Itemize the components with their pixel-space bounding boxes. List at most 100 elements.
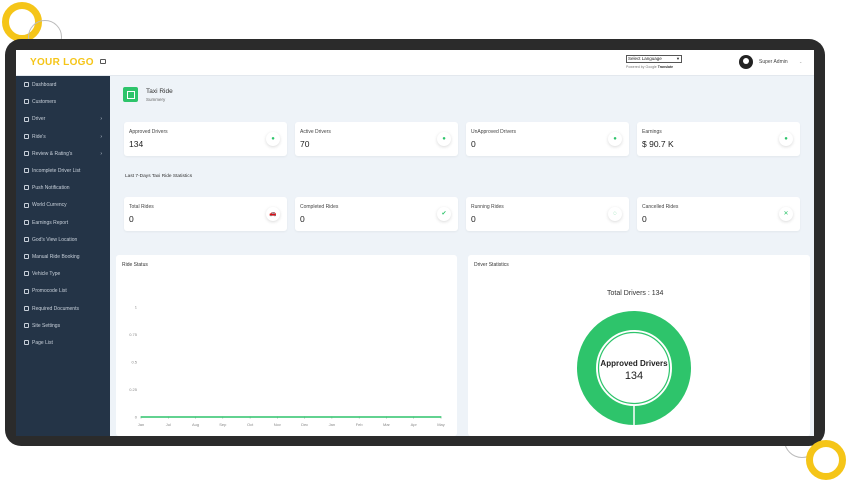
stat-card[interactable]: Total Rides 0 🚗 — [124, 197, 287, 231]
decor-ring-yellow — [806, 440, 846, 480]
sidebar-item[interactable]: Incomplete Driver List — [24, 166, 108, 176]
stat-card[interactable]: UnApproved Drivers 0 ● — [466, 122, 629, 156]
menu-item-icon — [24, 271, 29, 277]
sidebar-item[interactable]: Site Settings — [24, 321, 108, 331]
chevron-right-icon: › — [100, 133, 102, 140]
x-tick-label: Apr — [411, 422, 418, 427]
menu-item-icon — [24, 254, 29, 260]
sidebar-item[interactable]: Promocode List — [24, 286, 108, 296]
stat-card[interactable]: Completed Rides 0 ✔ — [295, 197, 458, 231]
x-tick-label: Oct — [247, 422, 254, 427]
powered-brand: Google — [645, 65, 657, 69]
stat-card-value: 0 — [471, 139, 476, 149]
sidebar-item[interactable]: Push Notification — [24, 183, 108, 193]
car-icon: 🚗 — [266, 207, 280, 221]
x-tick-label: Sep — [219, 422, 227, 427]
user-plus-icon: ● — [608, 132, 622, 146]
sidebar-item-label: Ride's — [32, 133, 46, 140]
x-tick-label: Jul — [166, 422, 171, 427]
stat-card-value: 0 — [129, 214, 134, 224]
sidebar-item[interactable]: Driver › — [24, 114, 108, 124]
data-point[interactable] — [413, 416, 415, 418]
ride-status-panel: Ride Status 1 0.75 0.5 0.25 0 Jan Jul Aug Sep Oct… — [116, 255, 457, 436]
stat-card-label: Total Rides — [129, 204, 154, 210]
close-icon: ✕ — [779, 207, 793, 221]
menu-item-icon — [24, 288, 29, 294]
chevron-down-icon[interactable]: ⌄ — [799, 59, 802, 64]
data-point[interactable] — [358, 416, 360, 418]
menu-item-icon — [24, 185, 29, 191]
menu-item-icon — [24, 99, 29, 105]
sidebar-toggle-icon[interactable] — [100, 59, 106, 64]
pie-slice[interactable] — [577, 311, 691, 425]
stat-card[interactable]: Cancelled Rides 0 ✕ — [637, 197, 800, 231]
stat-card-value: 0 — [471, 214, 476, 224]
menu-item-icon — [24, 150, 29, 156]
sidebar-item[interactable]: Dashboard — [24, 80, 108, 90]
money-icon: ● — [779, 132, 793, 146]
user-icon: ● — [266, 132, 280, 146]
data-point[interactable] — [440, 416, 442, 418]
x-tick-label: Jan — [329, 422, 335, 427]
stat-card[interactable]: Earnings $ 90.7 K ● — [637, 122, 800, 156]
x-tick-label: Dec — [301, 422, 308, 427]
donut-center-value: 134 — [625, 370, 643, 382]
sidebar-item[interactable]: God's View Location — [24, 235, 108, 245]
sidebar-item[interactable]: Review & Rating's › — [24, 149, 108, 159]
powered-prefix: Powered by — [626, 65, 645, 69]
stat-card[interactable]: Approved Drivers 134 ● — [124, 122, 287, 156]
data-point[interactable] — [304, 416, 306, 418]
spinner-icon: ◌ — [608, 207, 622, 221]
sidebar-item[interactable]: Page List — [24, 338, 108, 348]
menu-item-icon — [24, 305, 29, 311]
data-point[interactable] — [276, 416, 278, 418]
sidebar-item[interactable]: Required Documents — [24, 304, 108, 314]
sidebar-item[interactable]: Earnings Report — [24, 218, 108, 228]
stat-card-label: Active Drivers — [300, 129, 331, 135]
sidebar-item-label: Incomplete Driver List — [32, 168, 81, 174]
data-point[interactable] — [167, 416, 169, 418]
menu-item-icon — [24, 133, 29, 139]
stat-card[interactable]: Active Drivers 70 ● — [295, 122, 458, 156]
page-subtitle: Summery — [146, 97, 166, 102]
check-icon: ✔ — [437, 207, 451, 221]
sidebar-item[interactable]: Vehicle Type — [24, 269, 108, 279]
menu-item-icon — [24, 219, 29, 225]
y-tick-label: 0 — [135, 415, 138, 420]
language-select[interactable]: Select Language ▼ — [626, 55, 682, 63]
menu-item-icon — [24, 322, 29, 328]
stat-card[interactable]: Running Rides 0 ◌ — [466, 197, 629, 231]
logo[interactable]: YOUR LOGO — [30, 57, 94, 68]
sidebar-item[interactable]: Ride's › — [24, 132, 108, 142]
data-point[interactable] — [194, 416, 197, 418]
y-tick-label: 0.25 — [129, 387, 138, 392]
menu-item-icon — [24, 340, 29, 346]
sidebar-item-label: Earnings Report — [32, 219, 69, 226]
avatar[interactable] — [739, 55, 753, 69]
app-screen: YOUR LOGO Select Language ▼ Powered by G… — [16, 50, 814, 436]
sidebar-item[interactable]: World Currency — [24, 200, 108, 210]
sidebar-item-label: Push Notification — [32, 185, 70, 192]
data-point[interactable] — [249, 416, 251, 418]
sidebar-item-label: Site Settings — [32, 322, 61, 329]
data-point[interactable] — [385, 416, 388, 418]
sidebar-item[interactable]: Customers — [24, 97, 108, 107]
sidebar-item-label: Required Documents — [32, 305, 79, 312]
menu-item-icon — [24, 236, 29, 242]
stat-card-label: Earnings — [642, 129, 662, 135]
stat-card-value: 134 — [129, 139, 144, 149]
sidebar: Dashboard Customers Driver › Ride's › Review &… — [16, 76, 110, 436]
y-tick-label: 1 — [135, 305, 138, 310]
data-point[interactable] — [331, 416, 333, 418]
sidebar-item-label: Dashboard — [32, 82, 57, 88]
stat-card-value: 70 — [300, 139, 310, 149]
admin-name[interactable]: Super Admin — [759, 59, 788, 65]
data-point[interactable] — [222, 416, 224, 418]
ride-status-chart: 10.750.50.250Jan Jul Aug Sep Oct Nov Dec Jan Feb… — [129, 305, 445, 428]
sidebar-item-label: God's View Location — [32, 236, 78, 243]
sidebar-item[interactable]: Manual Ride Booking — [24, 252, 108, 262]
x-tick-label: Jan — [138, 422, 144, 427]
x-tick-label: May — [437, 422, 445, 427]
stat-card-value: 0 — [642, 214, 647, 224]
data-point[interactable] — [140, 416, 142, 418]
